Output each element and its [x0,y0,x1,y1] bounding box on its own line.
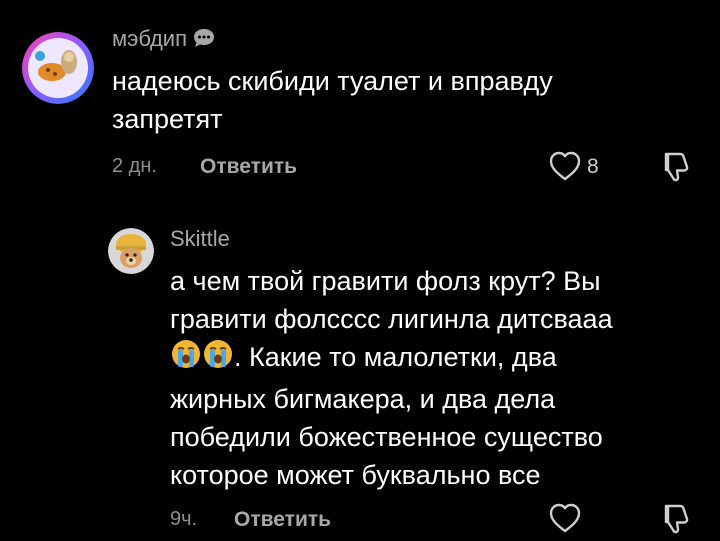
loudly-crying-face-icon [202,338,234,380]
comment-2: Skittle а чем твой гравити фолз крут? Вы… [0,200,720,540]
heart-icon [549,503,581,533]
comment-line: гравити фолсссс лигинла дитсвааа [170,304,613,334]
avatar-mebdip[interactable] [22,32,94,104]
comment-line: запретят [112,104,223,134]
thumbs-down-icon [664,504,689,534]
avatar-skittle[interactable] [108,228,154,274]
like-button[interactable] [548,502,582,539]
thumbs-down-icon [664,152,689,182]
like-count: 8 [587,155,599,178]
comment-text: надеюсь скибиди туалет и вправду запретя… [112,62,553,138]
reply-button[interactable]: Ответить [234,508,331,532]
loudly-crying-face-icon [170,338,202,380]
reply-button[interactable]: Ответить [200,155,297,179]
speech-bubble-icon [193,28,215,54]
username-text[interactable]: мэбдип [112,26,187,51]
comment-line: победили божественное существо [170,422,603,452]
comment-line-text: . Какие то малолетки, два [234,342,557,372]
comment-line: а чем твой гравити фолз крут? Вы [170,266,601,296]
comment-line: жирных бигмакера, и два дела [170,384,556,414]
comment-line: надеюсь скибиди туалет и вправду [112,66,553,96]
dislike-button[interactable] [660,150,694,189]
comment-1: мэбдип надеюсь скибиди туалет и вправду … [0,0,720,200]
dislike-button[interactable] [660,502,694,541]
comment-age: 2 дн. [112,155,157,177]
like-button[interactable] [548,150,582,187]
comment-line: которое может буквально все [170,460,541,490]
comment-age: 9ч. [170,508,198,530]
comment-text: а чем твой гравити фолз крут? Вы гравити… [170,262,613,494]
comment-line-with-emoji: . Какие то малолетки, два [170,338,613,380]
username-mebdip[interactable]: мэбдип [112,26,215,54]
heart-icon [549,151,581,181]
username-skittle[interactable]: Skittle [170,226,230,252]
